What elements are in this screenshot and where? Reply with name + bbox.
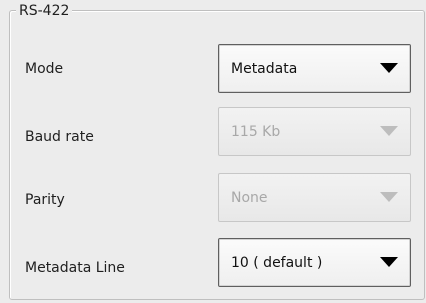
mode-dropdown-value: Metadata (231, 61, 298, 77)
chevron-down-icon (380, 192, 398, 202)
chevron-down-icon (380, 63, 398, 73)
mode-label: Mode (25, 61, 64, 77)
parity-label: Parity (25, 192, 65, 208)
baud-rate-dropdown: 115 Kb (218, 107, 411, 156)
parity-dropdown: None (218, 173, 411, 222)
group-title: RS-422 (16, 3, 73, 19)
mode-dropdown[interactable]: Metadata (218, 44, 411, 93)
baud-rate-dropdown-value: 115 Kb (231, 124, 281, 140)
chevron-down-icon (380, 126, 398, 136)
rs422-settings-panel: RS-422 Mode Metadata Baud rate 115 Kb Pa… (0, 0, 426, 303)
metadata-line-dropdown[interactable]: 10 ( default ) (218, 238, 411, 287)
parity-dropdown-value: None (231, 190, 268, 206)
baud-rate-label: Baud rate (25, 129, 94, 145)
metadata-line-label: Metadata Line (25, 260, 125, 276)
metadata-line-dropdown-value: 10 ( default ) (231, 255, 323, 271)
chevron-down-icon (380, 257, 398, 267)
